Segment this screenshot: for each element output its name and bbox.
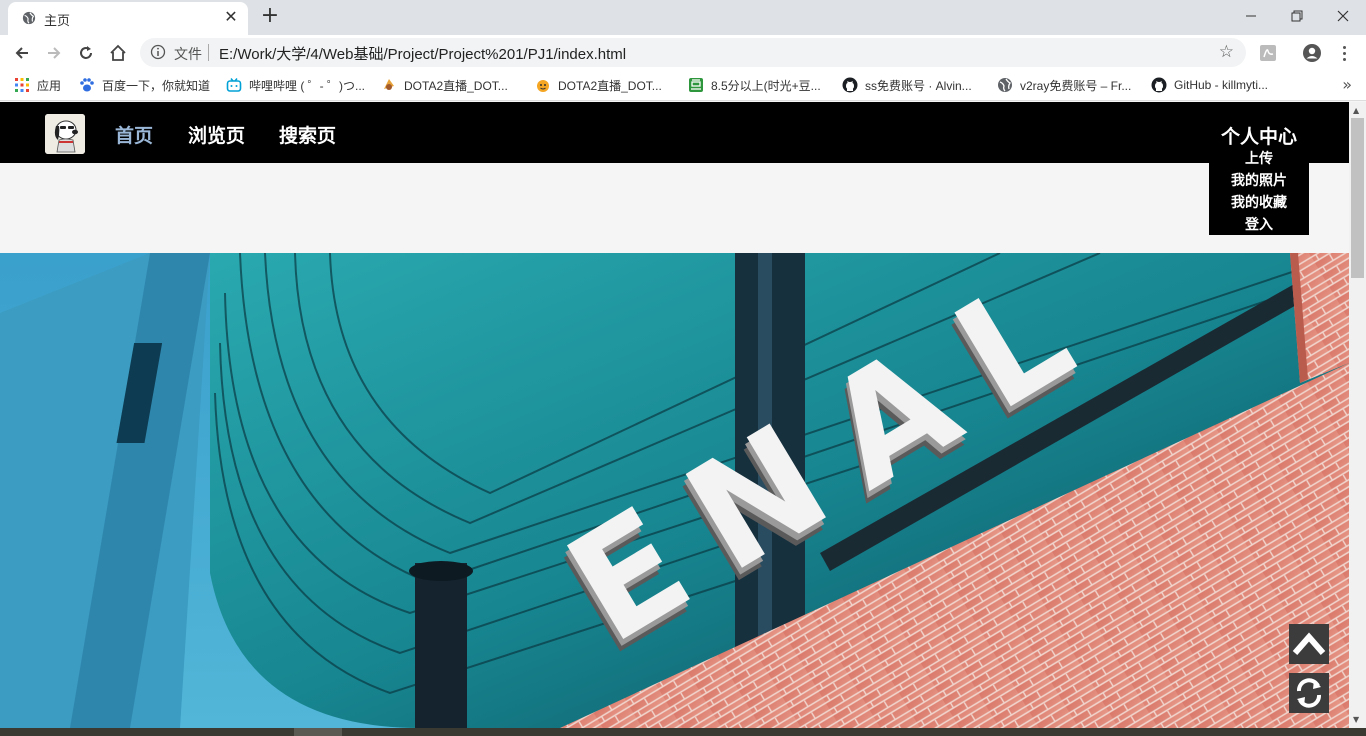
apps-grid-icon xyxy=(15,78,29,92)
snoopy-logo-icon xyxy=(45,114,85,154)
divider xyxy=(208,44,209,61)
home-icon[interactable] xyxy=(106,41,130,65)
address-bar[interactable]: 文件 E:/Work/大学/4/Web基础/Project/Project%20… xyxy=(140,38,1246,67)
site-logo[interactable] xyxy=(45,114,85,154)
bilibili-tv-icon xyxy=(226,78,242,92)
globe-icon xyxy=(998,78,1012,92)
menu-item-my-photos[interactable]: 我的照片 xyxy=(1209,170,1309,192)
window-controls xyxy=(1228,0,1366,32)
menu-item-upload[interactable]: 上传 xyxy=(1209,148,1309,170)
bookmark-baidu[interactable]: 百度一下，你就知道 xyxy=(79,76,210,94)
bookmark-ss-account[interactable]: ss免费账号 · Alvin... xyxy=(842,76,972,94)
github-icon xyxy=(1151,77,1167,93)
url-text[interactable]: E:/Work/大学/4/Web基础/Project/Project%201/P… xyxy=(219,43,626,64)
forward-arrow-icon[interactable] xyxy=(42,41,66,65)
close-window-icon[interactable] xyxy=(1320,0,1366,32)
bookmark-douban[interactable]: 8.5分以上(时光+豆... xyxy=(688,76,821,94)
bookmark-v2ray-account[interactable]: v2ray免费账号 – Fr... xyxy=(997,76,1131,94)
bookmark-bilibili[interactable]: 哔哩哔哩 ( ゜- ゜)つ... xyxy=(226,76,365,94)
nav-search-link[interactable]: 搜索页 xyxy=(279,121,336,148)
menu-item-login[interactable]: 登入 xyxy=(1209,214,1309,236)
pdf-extension-icon[interactable] xyxy=(1258,43,1278,63)
bookmark-label: 应用 xyxy=(37,78,62,93)
douban-icon xyxy=(689,78,703,92)
bookmark-label: 哔哩哔哩 ( ゜- ゜)つ... xyxy=(249,78,365,93)
bookmark-label: DOTA2直播_DOT... xyxy=(404,78,508,93)
reload-icon[interactable] xyxy=(74,41,98,65)
info-icon[interactable] xyxy=(150,44,166,60)
bookmarks-bar: 应用 百度一下，你就知道 哔哩哔哩 ( ゜- ゜)つ... DOTA2直播_DO… xyxy=(0,70,1366,101)
new-tab-button[interactable]: + xyxy=(260,4,280,28)
douyu-icon xyxy=(384,79,394,90)
bookmark-label: DOTA2直播_DOT... xyxy=(558,78,662,93)
tab-strip: 主页 ✕ + xyxy=(0,0,1366,35)
bookmark-star-icon[interactable]: ☆ xyxy=(1219,42,1234,62)
taskbar-item xyxy=(294,728,342,736)
bookmark-label: ss免费账号 · Alvin... xyxy=(865,78,972,93)
browser-tab[interactable]: 主页 ✕ xyxy=(8,2,248,35)
chevron-up-icon xyxy=(1292,632,1326,655)
bookmark-apps[interactable]: 应用 xyxy=(14,76,61,94)
github-icon xyxy=(842,77,858,93)
restore-icon[interactable] xyxy=(1274,0,1320,32)
site-navbar: 首页 浏览页 搜索页 个人中心 xyxy=(0,102,1349,163)
scroll-down-arrow-icon[interactable]: ▼ xyxy=(1353,715,1359,724)
minimize-icon[interactable] xyxy=(1228,0,1274,32)
user-center-menu[interactable]: 个人中心 xyxy=(1221,122,1297,149)
scrollbar-thumb[interactable] xyxy=(1351,118,1364,278)
bookmark-github[interactable]: GitHub - killmyti... xyxy=(1151,76,1268,94)
scroll-to-top-button[interactable] xyxy=(1289,624,1329,664)
bookmark-label: v2ray免费账号 – Fr... xyxy=(1020,78,1132,93)
refresh-icon xyxy=(1297,678,1321,708)
globe-icon xyxy=(22,11,36,25)
bookmark-label: 8.5分以上(时光+豆... xyxy=(711,78,821,93)
baidu-paw-icon xyxy=(80,78,94,92)
user-dropdown: 上传 我的照片 我的收藏 登入 xyxy=(1209,147,1309,235)
page-scrollbar[interactable]: ▲ ▼ xyxy=(1349,102,1366,728)
nav-browse-link[interactable]: 浏览页 xyxy=(188,121,245,148)
menu-item-my-favorites[interactable]: 我的收藏 xyxy=(1209,192,1309,214)
bookmark-huya[interactable]: DOTA2直播_DOT... xyxy=(535,76,662,94)
huya-icon xyxy=(537,80,549,92)
bookmark-douyu[interactable]: DOTA2直播_DOT... xyxy=(381,76,508,94)
taskbar-edge xyxy=(0,728,1366,736)
bookmark-label: GitHub - killmyti... xyxy=(1174,78,1269,92)
page-viewport: 首页 浏览页 搜索页 个人中心 上传 我的照片 我的收藏 登入 ENAL xyxy=(0,102,1349,728)
refresh-button[interactable] xyxy=(1289,673,1329,713)
tab-title: 主页 xyxy=(44,13,71,28)
menu-kebab-icon[interactable] xyxy=(1334,43,1354,63)
scheme-label: 文件 xyxy=(174,46,202,62)
more-bookmarks-icon[interactable]: » xyxy=(1342,75,1352,94)
scroll-up-arrow-icon[interactable]: ▲ xyxy=(1353,106,1359,115)
back-arrow-icon[interactable] xyxy=(10,41,34,65)
close-tab-icon[interactable]: ✕ xyxy=(222,8,240,26)
hero-image: ENAL xyxy=(0,253,1349,728)
nav-home-link[interactable]: 首页 xyxy=(115,121,153,148)
profile-avatar-icon[interactable] xyxy=(1302,43,1322,63)
bookmark-label: 百度一下，你就知道 xyxy=(102,78,211,93)
browser-toolbar: 文件 E:/Work/大学/4/Web基础/Project/Project%20… xyxy=(0,35,1366,70)
